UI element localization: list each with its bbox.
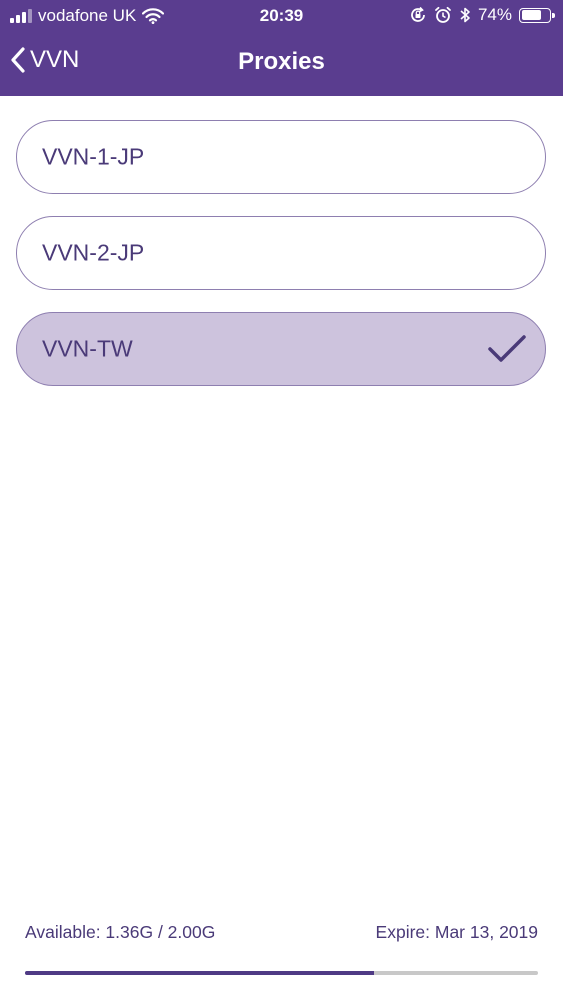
bluetooth-icon	[460, 7, 470, 23]
proxy-name: VVN-1-JP	[42, 143, 145, 170]
proxy-item[interactable]: VVN-2-JP	[16, 216, 546, 290]
orientation-lock-icon	[411, 6, 425, 22]
usage-progress-bar	[25, 971, 538, 975]
proxy-list: VVN-1-JP VVN-2-JP VVN-TW	[16, 120, 546, 408]
page-title: Proxies	[238, 48, 325, 75]
expire-date-label: Expire: Mar 13, 2019	[375, 922, 538, 942]
battery-percent: 74%	[477, 5, 512, 24]
proxy-item[interactable]: VVN-TW	[16, 312, 546, 386]
proxy-name: VVN-TW	[42, 335, 133, 362]
status-right: 74%	[409, 5, 555, 25]
checkmark-icon	[488, 335, 526, 362]
battery-icon	[519, 7, 555, 23]
status-bar: vodafone UK 20:39 74%	[0, 0, 563, 32]
proxy-item[interactable]: VVN-1-JP	[16, 120, 546, 194]
nav-header: vodafone UK 20:39 74% VVN Proxies	[0, 0, 563, 96]
alarm-icon	[435, 6, 451, 23]
available-data-label: Available: 1.36G / 2.00G	[25, 922, 216, 942]
battery-level	[521, 10, 542, 20]
usage-progress-fill	[25, 971, 374, 975]
proxy-name: VVN-2-JP	[42, 239, 145, 266]
